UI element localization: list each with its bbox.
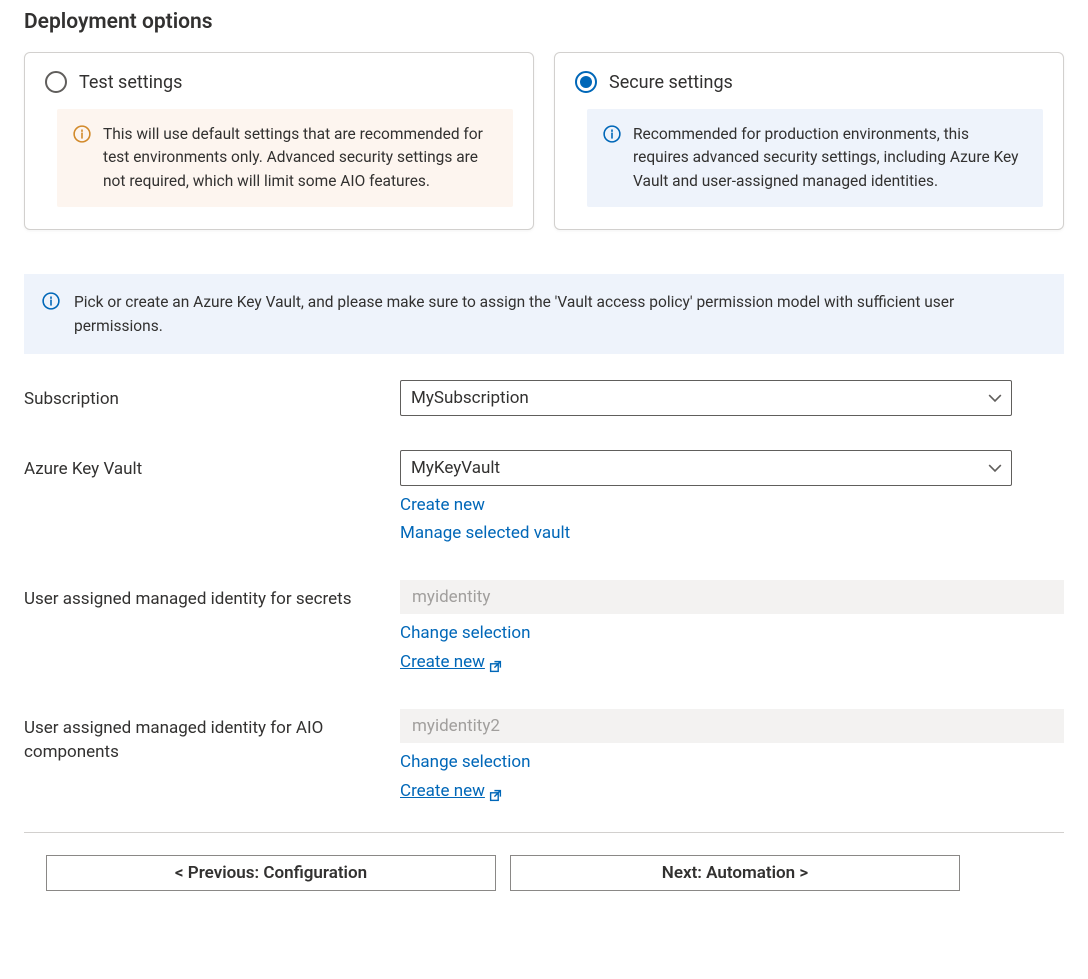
- label-aio-identity: User assigned managed identity for AIO c…: [24, 709, 394, 804]
- info-icon: [603, 125, 621, 143]
- label-subscription: Subscription: [24, 380, 394, 416]
- page-title: Deployment options: [24, 10, 1064, 34]
- option-card-test-settings[interactable]: Test settings This will use default sett…: [24, 52, 534, 230]
- select-subscription-value[interactable]: MySubscription: [400, 380, 1012, 416]
- readonly-secrets-identity: myidentity: [400, 580, 1064, 614]
- external-link-icon: [489, 784, 502, 797]
- readonly-aio-identity: myidentity2: [400, 709, 1064, 743]
- external-link-icon: [489, 655, 502, 668]
- info-banner-key-vault: Pick or create an Azure Key Vault, and p…: [24, 274, 1064, 354]
- link-secrets-create-new[interactable]: Create new: [400, 649, 502, 675]
- info-icon: [42, 292, 60, 310]
- link-key-vault-create-new[interactable]: Create new: [400, 492, 485, 518]
- link-aio-create-new[interactable]: Create new: [400, 778, 502, 804]
- label-secrets-identity: User assigned managed identity for secre…: [24, 580, 394, 675]
- option-card-secure-settings[interactable]: Secure settings Recommended for producti…: [554, 52, 1064, 230]
- link-key-vault-manage[interactable]: Manage selected vault: [400, 520, 570, 546]
- option-info-text: This will use default settings that are …: [103, 123, 497, 193]
- select-key-vault[interactable]: MyKeyVault: [400, 450, 1012, 486]
- link-aio-change-selection[interactable]: Change selection: [400, 749, 530, 775]
- banner-text: Pick or create an Azure Key Vault, and p…: [74, 290, 1046, 338]
- radio-secure-settings[interactable]: [575, 71, 597, 93]
- link-text: Create new: [400, 778, 485, 804]
- label-key-vault: Azure Key Vault: [24, 450, 394, 547]
- select-key-vault-value[interactable]: MyKeyVault: [400, 450, 1012, 486]
- link-text: Create new: [400, 649, 485, 675]
- previous-button[interactable]: < Previous: Configuration: [46, 855, 496, 891]
- form-grid: Subscription MySubscription Azure Key Va…: [24, 380, 1064, 804]
- option-info-secure: Recommended for production environments,…: [587, 109, 1043, 207]
- divider: [24, 832, 1064, 833]
- option-title-test: Test settings: [79, 72, 182, 93]
- wizard-nav: < Previous: Configuration Next: Automati…: [24, 855, 1064, 891]
- select-subscription[interactable]: MySubscription: [400, 380, 1012, 416]
- link-secrets-change-selection[interactable]: Change selection: [400, 620, 530, 646]
- next-button[interactable]: Next: Automation >: [510, 855, 960, 891]
- option-title-secure: Secure settings: [609, 72, 733, 93]
- info-icon: [73, 125, 91, 143]
- radio-test-settings[interactable]: [45, 71, 67, 93]
- option-info-test: This will use default settings that are …: [57, 109, 513, 207]
- deployment-option-row: Test settings This will use default sett…: [24, 52, 1064, 230]
- option-info-text: Recommended for production environments,…: [633, 123, 1027, 193]
